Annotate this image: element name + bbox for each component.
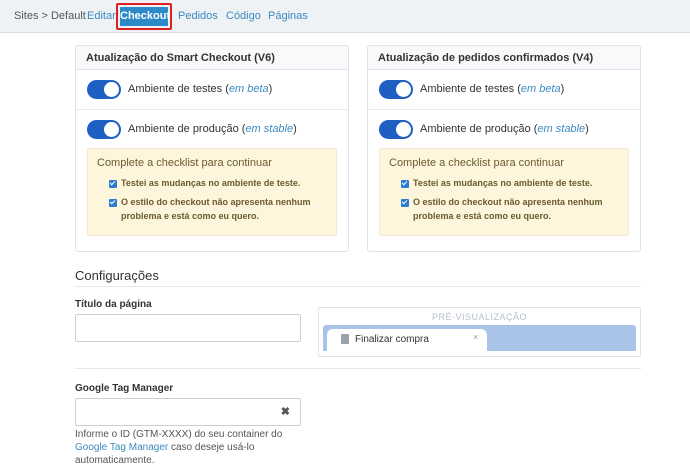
preview-title: PRÉ-VISUALIZAÇÃO	[431, 312, 528, 322]
tab-checkout[interactable]: Checkout	[120, 7, 170, 26]
checklist-item-tested: Testei as mudanças no ambiente de teste.	[413, 178, 593, 188]
tab-preview: PRÉ-VISUALIZAÇÃO Finalizar compra ×	[318, 307, 641, 357]
checkbox-style-ok[interactable]	[401, 199, 409, 207]
browser-tab-bar: Finalizar compra ×	[323, 325, 636, 351]
stable-tag: em stable	[537, 123, 586, 135]
top-navigation: Sites > Default Editar Checkout Pedidos …	[0, 0, 690, 33]
tab-checkout-highlight: Checkout	[116, 3, 172, 30]
checklist-item-style: O estilo do checkout não apresenta nenhu…	[413, 197, 603, 221]
checklist-item-style: O estilo do checkout não apresenta nenhu…	[121, 197, 311, 221]
gtm-help-link[interactable]: Google Tag Manager	[75, 442, 168, 453]
breadcrumb[interactable]: Sites > Default	[14, 0, 86, 33]
test-environment-toggle[interactable]	[87, 80, 121, 99]
tab-editar[interactable]: Editar	[87, 0, 116, 33]
checkbox-style-ok[interactable]	[109, 199, 117, 207]
card-title: Atualização do Smart Checkout (V6)	[76, 46, 348, 70]
production-environment-label: Ambiente de produção (em stable)	[128, 123, 297, 135]
confirmed-orders-card: Atualização de pedidos confirmados (V4) …	[367, 45, 641, 252]
production-environment-label: Ambiente de produção (em stable)	[420, 123, 589, 135]
gtm-help-text: Informe o ID (GTM-XXXX) do seu container…	[75, 429, 283, 466]
page-title-input[interactable]	[75, 314, 301, 342]
checklist-title: Complete a checklist para continuar	[97, 157, 272, 169]
stable-tag: em stable	[245, 123, 294, 135]
document-icon	[341, 334, 349, 344]
production-environment-toggle[interactable]	[379, 120, 413, 139]
checklist-title: Complete a checklist para continuar	[389, 157, 564, 169]
checklist-box: Complete a checklist para continuar Test…	[87, 148, 337, 236]
tab-codigo[interactable]: Código	[226, 0, 261, 33]
checklist-box: Complete a checklist para continuar Test…	[379, 148, 629, 236]
beta-tag: em beta	[520, 83, 561, 95]
test-environment-label: Ambiente de testes (em beta)	[420, 83, 565, 95]
test-environment-toggle[interactable]	[379, 80, 413, 99]
gtm-input[interactable]: ✖	[75, 398, 301, 426]
tab-paginas[interactable]: Páginas	[268, 0, 308, 33]
tab-pedidos[interactable]: Pedidos	[178, 0, 218, 33]
settings-title: Configurações	[75, 268, 159, 283]
toggle-knob	[396, 122, 411, 137]
test-environment-row: Ambiente de testes (em beta)	[368, 70, 640, 110]
browser-tab: Finalizar compra ×	[327, 329, 487, 351]
test-environment-row: Ambiente de testes (em beta)	[76, 70, 348, 110]
browser-tab-label: Finalizar compra	[355, 334, 429, 345]
gtm-label: Google Tag Manager	[75, 383, 174, 394]
page-title-label: Título da página	[75, 299, 152, 310]
production-environment-row: Ambiente de produção (em stable)	[76, 110, 348, 150]
clear-icon[interactable]: ✖	[281, 405, 290, 418]
checkbox-tested[interactable]	[401, 180, 409, 188]
card-title: Atualização de pedidos confirmados (V4)	[368, 46, 640, 70]
field-divider	[75, 368, 641, 369]
smart-checkout-card: Atualização do Smart Checkout (V6) Ambie…	[75, 45, 349, 252]
toggle-knob	[104, 82, 119, 97]
settings-divider	[75, 286, 641, 287]
checkbox-tested[interactable]	[109, 180, 117, 188]
production-environment-toggle[interactable]	[87, 120, 121, 139]
production-environment-row: Ambiente de produção (em stable)	[368, 110, 640, 150]
toggle-knob	[104, 122, 119, 137]
close-icon: ×	[473, 332, 479, 342]
toggle-knob	[396, 82, 411, 97]
beta-tag: em beta	[228, 83, 269, 95]
test-environment-label: Ambiente de testes (em beta)	[128, 83, 273, 95]
checklist-item-tested: Testei as mudanças no ambiente de teste.	[121, 178, 301, 188]
